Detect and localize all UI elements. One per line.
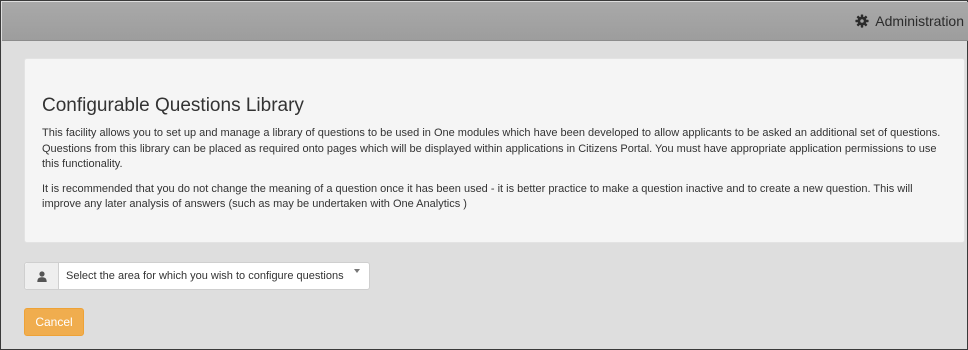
area-select-dropdown[interactable]: Select the area for which you wish to co… xyxy=(59,263,369,289)
user-icon xyxy=(36,270,47,282)
gear-icon xyxy=(855,14,869,28)
page-title: Configurable Questions Library xyxy=(42,95,304,116)
administration-label: Administration xyxy=(875,13,964,29)
description-paragraph: This facility allows you to set up and m… xyxy=(42,127,941,170)
area-select[interactable]: Select the area for which you wish to co… xyxy=(24,262,370,290)
caret-down-icon xyxy=(354,269,360,273)
top-bar: Administration xyxy=(2,2,968,41)
area-select-addon xyxy=(25,263,59,289)
cancel-button[interactable]: Cancel xyxy=(24,308,84,336)
recommendation-paragraph: It is recommended that you do not change… xyxy=(42,182,913,211)
app-window: Administration Configurable Questions Li… xyxy=(0,0,968,350)
info-panel: Configurable Questions Library This faci… xyxy=(24,58,965,243)
area-select-value: Select the area for which you wish to co… xyxy=(66,270,344,282)
administration-link[interactable]: Administration xyxy=(855,13,964,29)
